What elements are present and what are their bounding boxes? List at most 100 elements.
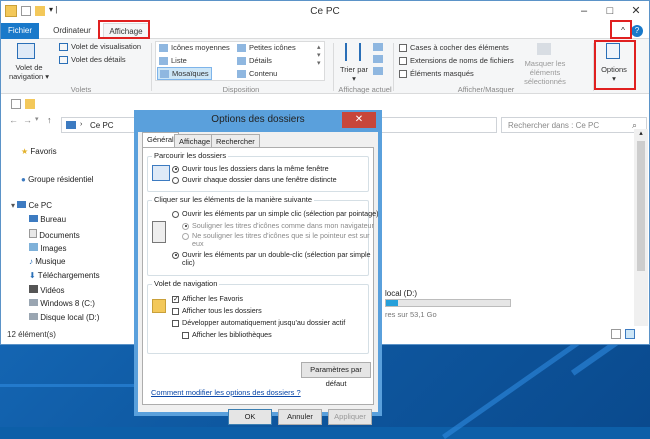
windows-illustration-icon [152,165,170,181]
dialog-close-button[interactable]: ✕ [342,112,376,128]
group-afficher-masquer: Afficher/Masquer [457,85,515,94]
tab-rechercher[interactable]: Rechercher [211,134,260,148]
preview-pane-label: Volet de visualisation [71,42,142,51]
details-icon [237,57,246,66]
layout-medium-icons[interactable]: Icônes moyennes [159,43,230,53]
item-checkboxes-toggle[interactable]: Cases à cocher des éléments [399,43,509,53]
images-icon [29,243,38,251]
preview-pane-icon [59,43,68,52]
scroll-up-icon[interactable]: ▴ [634,129,648,139]
forward-icon[interactable]: → [23,115,32,125]
layout-details[interactable]: Détails [237,56,272,66]
drive-d-title[interactable]: local (D:) [385,289,417,298]
desktop-icon [29,215,38,222]
details-pane-button[interactable]: Volet des détails [59,55,126,65]
new-folder-small-icon[interactable] [25,99,35,109]
up-icon[interactable]: ↑ [47,115,52,125]
show-all-folders-checkbox[interactable]: Afficher tous les dossiers [172,307,262,315]
documents-icon [29,229,37,238]
add-columns-icon[interactable] [373,55,383,63]
close-button[interactable]: ✕ [623,1,649,21]
ribbon: Volet de navigation ▾ Volet de visualisa… [1,39,649,94]
checkbox-icon [172,319,179,327]
ribbon-separator [393,43,394,91]
size-columns-icon[interactable] [373,67,383,75]
back-icon[interactable]: ← [9,115,18,125]
nav-drive-d[interactable]: Disque local (D:) [29,313,99,322]
computer-icon [17,201,27,208]
gallery-scroll-icon[interactable]: ▴ ▾ ▾ [317,43,321,67]
browse-new-window[interactable]: Ouvrir chaque dossier dans une fenêtre d… [172,176,337,184]
tiles-view-icon[interactable] [625,329,635,339]
radio-disabled-icon [182,232,189,240]
hidden-items-toggle[interactable]: Éléments masqués [399,69,474,79]
cancel-button[interactable]: Annuler [278,409,322,425]
nav-documents[interactable]: Documents [29,229,80,240]
browse-new-window-label: Ouvrir chaque dossier dans une fenêtre d… [182,175,337,184]
checkbox-icon [399,57,407,66]
maximize-button[interactable]: □ [597,1,623,21]
auto-expand-checkbox[interactable]: Développer automatiquement jusqu'au doss… [172,319,345,327]
show-libraries-checkbox[interactable]: Afficher les bibliothèques [182,331,272,339]
nav-telechargements[interactable]: ⬇ Téléchargements [29,271,100,280]
layout-tiles[interactable]: Mosaïques [157,67,212,81]
restore-defaults-button[interactable]: Paramètres par défaut [301,362,371,388]
navigation-pane-button[interactable]: Volet de navigation ▾ [7,63,51,81]
folder-options-dialog: Options des dossiers ✕ Général Affichage… [134,110,382,425]
nav-videos[interactable]: Vidéos [29,285,65,295]
nav-drive-c[interactable]: Windows 8 (C:) [29,299,95,308]
nav-favorites[interactable]: ★ Favoris [21,147,57,156]
scroll-thumb[interactable] [637,141,645,271]
browse-same-window[interactable]: Ouvrir tous les dossiers dans la même fe… [172,165,329,173]
help-link[interactable]: Comment modifier les options des dossier… [151,388,301,397]
tab-affichage-dialog[interactable]: Affichage [174,134,216,148]
item-count: 12 élément(s) [7,330,56,339]
nav-images[interactable]: Images [29,243,66,253]
show-favorites-checkbox[interactable]: ✓ Afficher les Favoris [172,295,243,303]
double-click-option[interactable]: Ouvrir les éléments par un double-clic (… [172,251,371,259]
nav-bureau-label: Bureau [40,215,67,224]
details-view-icon[interactable] [611,329,621,339]
nav-bureau[interactable]: Bureau [29,215,66,224]
tab-fichier[interactable]: Fichier [1,23,39,39]
nav-musique[interactable]: ♪ Musique [29,257,65,266]
file-extensions-toggle[interactable]: Extensions de noms de fichiers [399,56,514,66]
highlight-collapse-ribbon [610,20,632,39]
underline-hover-option[interactable]: Ne souligner les titres d'icônes que si … [182,232,370,240]
checkbox-icon [399,70,407,79]
nav-videos-label: Vidéos [40,286,65,295]
browse-folders-legend: Parcourir les dossiers [152,151,229,160]
minimize-button[interactable]: – [571,1,597,21]
group-by-icon[interactable] [373,43,383,51]
hide-selected-button[interactable]: Masquer les éléments sélectionnés [515,59,575,86]
properties-small-icon[interactable] [11,99,21,109]
nav-images-label: Images [40,244,67,253]
vertical-scrollbar[interactable]: ▴ [634,129,648,326]
radio-disabled-icon [182,222,189,230]
navigation-pane: ★ Favoris ● Groupe résidentiel ▾ Ce PC B… [1,129,131,326]
navigation-pane-group: Volet de navigation ✓ Afficher les Favori… [147,279,369,354]
sort-by-button[interactable]: Trier par ▾ [339,65,369,83]
group-volets: Volets [70,85,92,94]
apply-button[interactable]: Appliquer [328,409,372,425]
underline-hover-label: Ne souligner les titres d'icônes que si … [192,231,370,240]
recent-locations-icon[interactable]: ▾ [35,115,39,123]
preview-pane-button[interactable]: Volet de visualisation [59,42,142,52]
ok-button[interactable]: OK [228,409,272,425]
single-click-option[interactable]: Ouvrir les éléments par un simple clic (… [172,210,379,218]
layout-content[interactable]: Contenu [237,69,277,79]
layout-small-icons[interactable]: Petites icônes [237,43,296,53]
nav-homegroup[interactable]: ● Groupe résidentiel [21,175,93,184]
search-field[interactable]: Rechercher dans : Ce PC ⌕ [501,117,647,133]
layout-list[interactable]: Liste [159,56,187,66]
underline-browser-option[interactable]: Souligner les titres d'icônes comme dans… [182,222,374,230]
underline-browser-label: Souligner les titres d'icônes comme dans… [192,221,374,230]
window-title: Ce PC [310,6,340,17]
help-icon[interactable]: ? [631,25,643,37]
ribbon-separator [333,43,334,91]
nav-thispc[interactable]: ▾ Ce PC [11,201,52,210]
hidden-items-label: Éléments masqués [410,69,474,78]
highlight-options-button [594,40,636,90]
highlight-affichage-tab [98,20,150,39]
tab-ordinateur[interactable]: Ordinateur [45,23,99,39]
